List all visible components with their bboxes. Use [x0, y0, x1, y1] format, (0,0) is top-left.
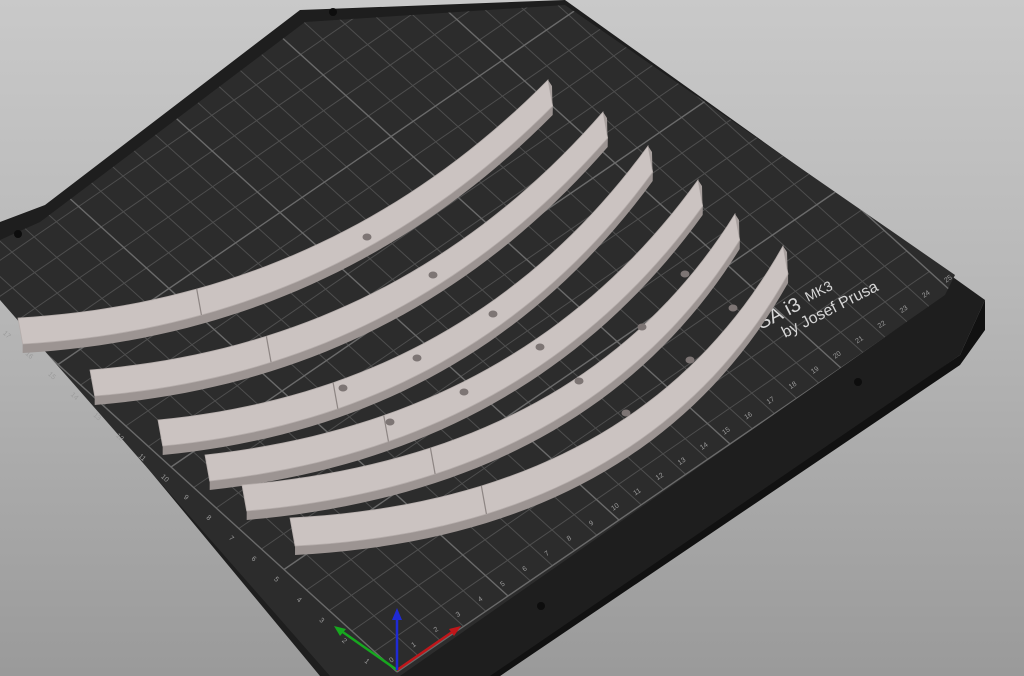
bed-screw	[537, 602, 545, 610]
y-tick-label: 15	[46, 371, 57, 381]
part-hole	[459, 388, 469, 396]
part-hole	[685, 356, 695, 364]
part-hole	[412, 354, 422, 362]
y-tick-label: 17	[1, 330, 12, 340]
part-hole	[535, 343, 545, 351]
part-hole	[574, 377, 584, 385]
part-hole	[428, 271, 438, 279]
part-hole	[385, 418, 395, 426]
part-hole	[488, 310, 498, 318]
part-hole	[680, 270, 690, 278]
bed-screw	[854, 378, 862, 386]
build-plate-scene[interactable]: RUSA i3 MK3 by Josef Prusa 0123456789101…	[0, 0, 1024, 676]
part-hole	[338, 384, 348, 392]
part-hole	[621, 409, 631, 417]
part-hole	[362, 233, 372, 241]
3d-viewport[interactable]: RUSA i3 MK3 by Josef Prusa 0 1 2 3 4 5 6 7 8 9 10 1…	[0, 0, 1024, 676]
bed-screw	[14, 230, 22, 238]
part-hole	[728, 304, 738, 312]
y-tick-label: 14	[69, 391, 80, 401]
bed-screw	[329, 8, 337, 16]
part-hole	[637, 323, 647, 331]
